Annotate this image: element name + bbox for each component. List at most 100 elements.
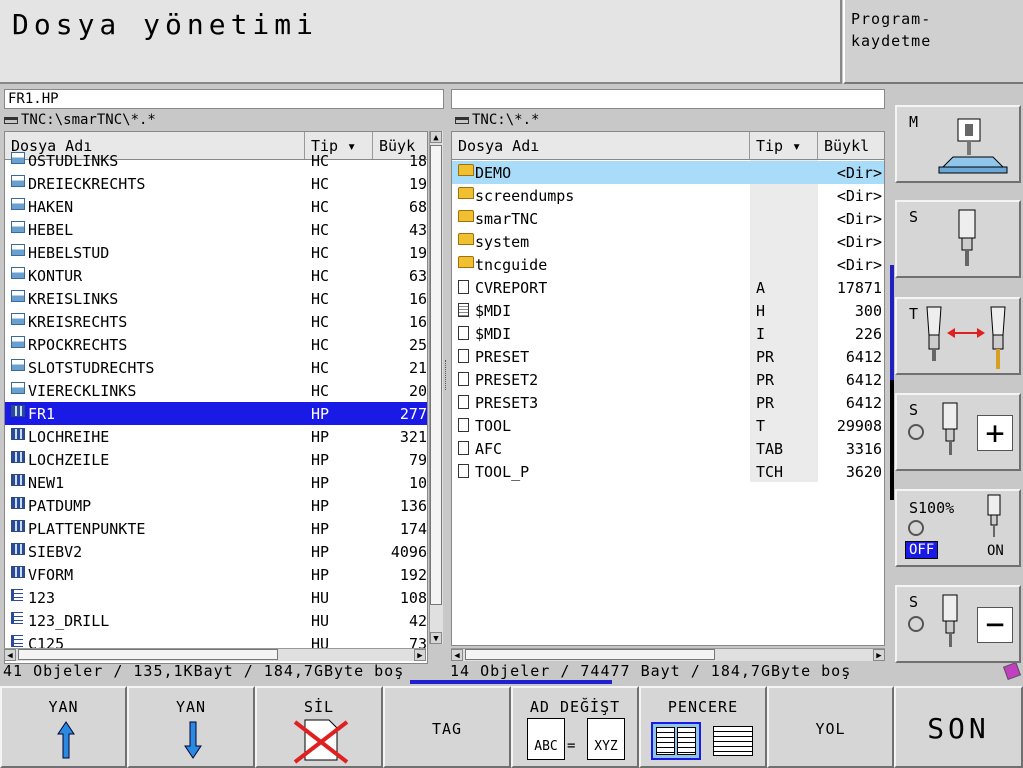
file-row[interactable]: OSTUDLINKS HC 18	[5, 149, 427, 172]
file-size: 4096	[390, 543, 427, 561]
eraser-icon[interactable]	[1003, 662, 1021, 680]
right-file-list[interactable]: Dosya Adı Tip ▾ Büykl DEMO <Dir> screendum…	[451, 131, 885, 646]
machine-icon	[938, 118, 1008, 174]
side-key-spindle-minus[interactable]: S −	[895, 585, 1021, 663]
file-name: PATDUMP	[28, 497, 92, 515]
file-row[interactable]: AFC TAB 3316	[452, 437, 884, 460]
right-hscroll-thumb[interactable]	[465, 649, 715, 660]
softkey-delete[interactable]: SİL	[255, 686, 383, 768]
file-row[interactable]: PRESET2 PR 6412	[452, 368, 884, 391]
file-type: HP	[311, 474, 330, 492]
file-icon	[458, 280, 469, 294]
file-row[interactable]: system <Dir>	[452, 230, 884, 253]
pane-splitter[interactable]	[445, 360, 449, 390]
file-size: 19	[408, 175, 427, 193]
softkey-page-down[interactable]: YAN	[127, 686, 255, 768]
file-row[interactable]: CVREPORT A 17871	[452, 276, 884, 299]
softkey-end[interactable]: SON	[894, 686, 1023, 768]
file-row[interactable]: DREIECKRECHTS HC 19	[5, 172, 427, 195]
scroll-up-icon[interactable]: ▲	[430, 131, 442, 143]
file-name: system	[475, 233, 530, 251]
file-row[interactable]: FR1 HP 277	[5, 402, 427, 425]
right-horizontal-scrollbar[interactable]: ◀ ▶	[451, 648, 885, 661]
softkey-tag[interactable]: TAG	[383, 686, 511, 768]
file-type: HC	[311, 290, 330, 308]
side-key-spindle[interactable]: S	[895, 200, 1021, 278]
side-scroll-indicator-2	[890, 380, 894, 500]
file-row[interactable]: smarTNC <Dir>	[452, 207, 884, 230]
file-name: HEBEL	[28, 221, 74, 239]
side-key-spindle-override[interactable]: S100% OFF ON	[895, 489, 1021, 567]
file-row[interactable]: KONTUR HC 63	[5, 264, 427, 287]
file-row[interactable]: TOOL_P TCH 3620	[452, 460, 884, 483]
file-row[interactable]: VIERECKLINKS HC 20	[5, 379, 427, 402]
mode-label-line2: kaydetme	[851, 32, 932, 50]
file-type: HP	[311, 543, 330, 561]
spindle-icon	[942, 402, 958, 455]
file-row[interactable]: SIEBV2 HP 4096	[5, 540, 427, 563]
file-row[interactable]: 123_DRILL HU 42	[5, 609, 427, 632]
file-size: 21	[408, 359, 427, 377]
scroll-left-icon[interactable]: ◀	[4, 649, 16, 661]
file-row[interactable]: LOCHZEILE HP 79	[5, 448, 427, 471]
scroll-right-icon[interactable]: ▶	[873, 649, 885, 661]
file-name: HAKEN	[28, 198, 74, 216]
file-type: HC	[311, 152, 330, 170]
file-name: VFORM	[28, 566, 74, 584]
file-row[interactable]: DEMO <Dir>	[452, 161, 884, 184]
file-row[interactable]: PLATTENPUNKTE HP 174	[5, 517, 427, 540]
softkey-page-up[interactable]: YAN	[0, 686, 127, 768]
file-row[interactable]: NEW1 HP 10	[5, 471, 427, 494]
file-name: $MDI	[475, 302, 512, 320]
col-header-name[interactable]: Dosya Adı	[452, 132, 750, 159]
left-scroll-thumb[interactable]	[430, 145, 442, 605]
file-row[interactable]: LOCHREIHE HP 321	[5, 425, 427, 448]
file-row[interactable]: KREISRECHTS HC 16	[5, 310, 427, 333]
softkey-rename[interactable]: AD DEĞİŞT ABC = XYZ	[511, 686, 639, 768]
file-row[interactable]: PRESET PR 6412	[452, 345, 884, 368]
file-row[interactable]: PATDUMP HP 136	[5, 494, 427, 517]
softkey-end-label: SON	[927, 712, 990, 745]
mode-program-save[interactable]: Program- kaydetme	[843, 0, 1023, 84]
file-size: 226	[854, 325, 882, 343]
file-row[interactable]: HEBELSTUD HC 19	[5, 241, 427, 264]
left-file-list[interactable]: Dosya Adı Tip ▾ Büyk OSTUDLINKS HC 18 DREIE…	[4, 131, 428, 664]
point-file-icon	[11, 520, 25, 532]
file-row[interactable]: TOOL T 29908	[452, 414, 884, 437]
file-row[interactable]: $MDI H 300	[452, 299, 884, 322]
left-path-input[interactable]: FR1.HP	[4, 89, 444, 109]
file-type: HP	[311, 566, 330, 584]
left-vertical-scrollbar[interactable]: ▲ ▼	[429, 131, 443, 644]
side-key-tool[interactable]: T	[895, 297, 1021, 375]
file-row[interactable]: 123 HU 108	[5, 586, 427, 609]
softkey-path[interactable]: YOL	[767, 686, 894, 768]
file-row[interactable]: VFORM HP 192	[5, 563, 427, 586]
col-header-type[interactable]: Tip ▾	[750, 132, 818, 159]
file-row[interactable]: tncguide <Dir>	[452, 253, 884, 276]
scroll-right-icon[interactable]: ▶	[414, 649, 426, 661]
file-row[interactable]: SLOTSTUDRECHTS HC 21	[5, 356, 427, 379]
file-row[interactable]: $MDI I 226	[452, 322, 884, 345]
scroll-left-icon[interactable]: ◀	[451, 649, 463, 661]
file-size: <Dir>	[836, 164, 882, 182]
file-row[interactable]: HAKEN HC 68	[5, 195, 427, 218]
file-row[interactable]: HEBEL HC 43	[5, 218, 427, 241]
contour-file-icon	[11, 267, 25, 279]
file-type: HP	[311, 428, 330, 446]
file-row[interactable]: screendumps <Dir>	[452, 184, 884, 207]
left-hscroll-thumb[interactable]	[18, 649, 278, 660]
file-row[interactable]: RPOCKRECHTS HC 25	[5, 333, 427, 356]
file-size: 300	[854, 302, 882, 320]
point-file-icon	[11, 497, 25, 509]
right-path-input[interactable]	[451, 89, 885, 109]
scroll-down-icon[interactable]: ▼	[430, 632, 442, 644]
softkey-window[interactable]: PENCERE	[639, 686, 767, 768]
file-type: HC	[311, 221, 330, 239]
left-horizontal-scrollbar[interactable]: ◀ ▶	[4, 648, 426, 661]
col-header-size[interactable]: Büykl	[818, 132, 884, 159]
side-key-m[interactable]: M	[895, 105, 1021, 183]
file-row[interactable]: PRESET3 PR 6412	[452, 391, 884, 414]
file-row[interactable]: KREISLINKS HC 16	[5, 287, 427, 310]
side-key-spindle-plus[interactable]: S +	[895, 393, 1021, 471]
file-type: PR	[756, 348, 775, 366]
